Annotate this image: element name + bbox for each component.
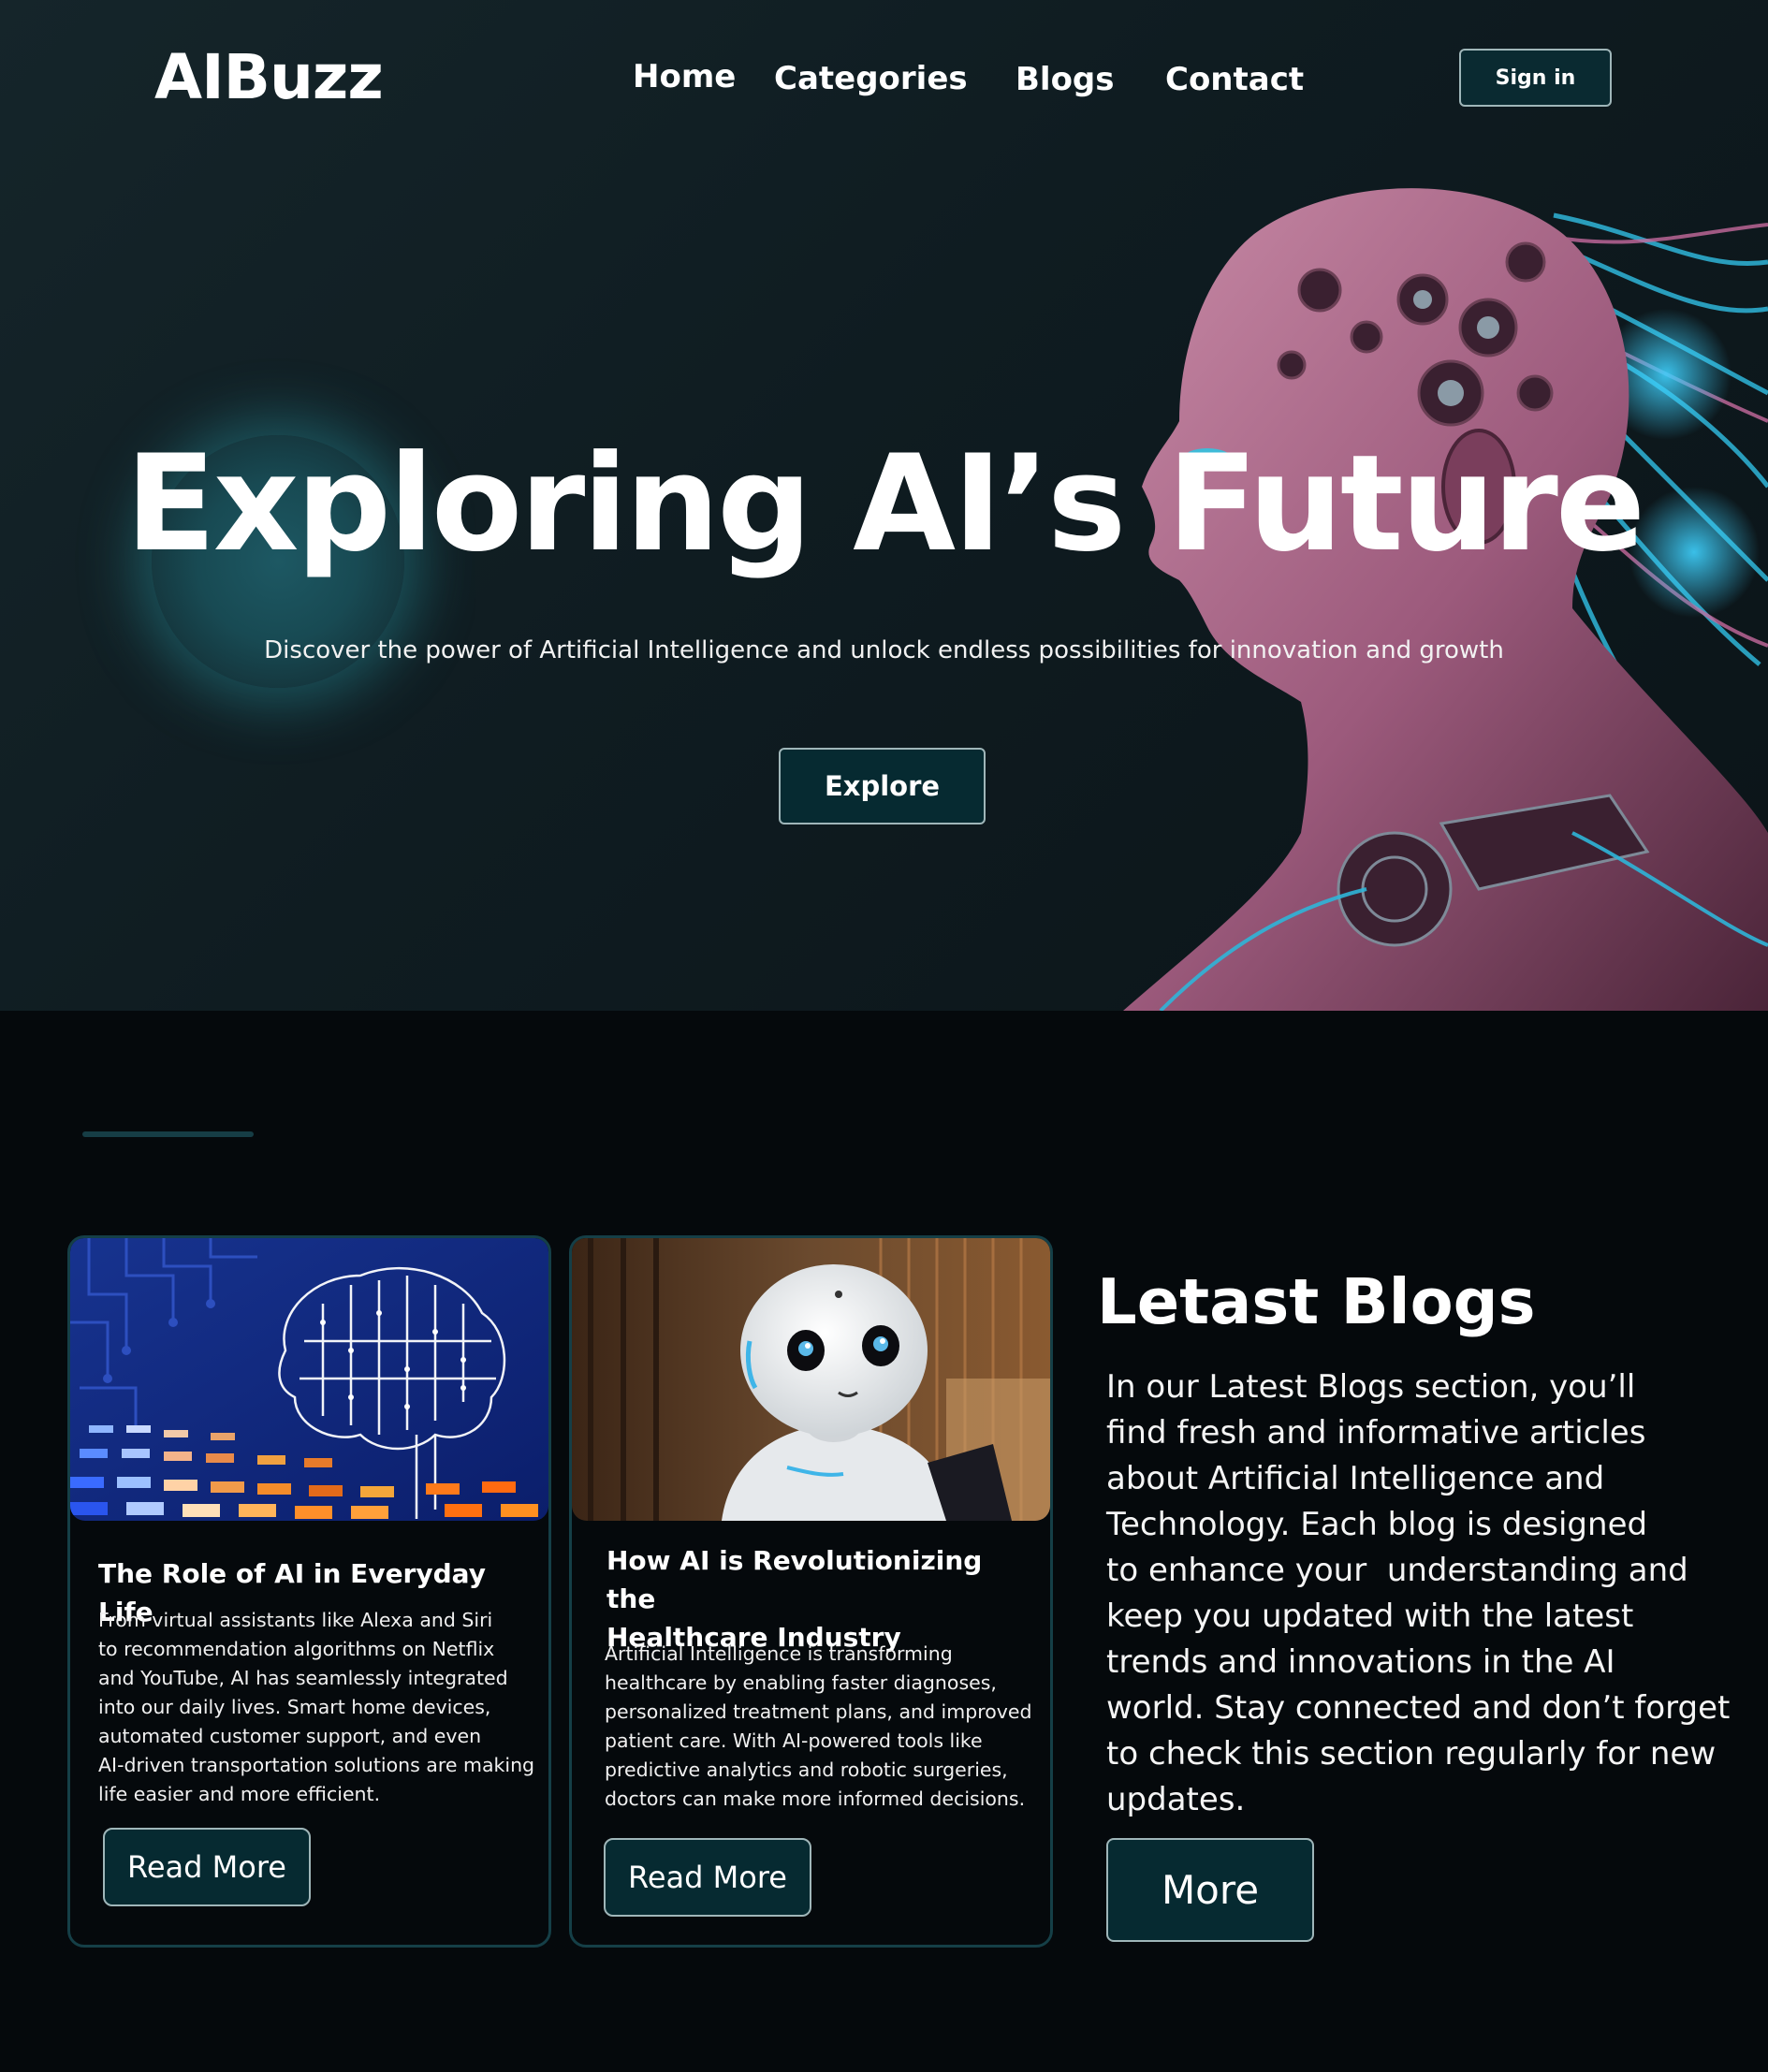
hero-robot-image [1123,188,1768,1011]
humanoid-robot-image [572,1238,1050,1521]
blog-card-1-excerpt: From virtual assistants like Alexa and S… [98,1609,535,1805]
blog-card-1: The Role of AI in Everyday Life From vir… [67,1235,551,1948]
blog-card-2-excerpt: Artificial Intelligence is transforming … [605,1642,1032,1810]
blog-card-2: How AI is Revolutionizing the Healthcare… [569,1235,1053,1948]
site-logo[interactable]: AIBuzz [154,41,384,113]
signin-button[interactable]: Sign in [1459,49,1612,107]
nav-blogs[interactable]: Blogs [1016,61,1115,98]
more-blogs-button[interactable]: More [1106,1838,1314,1942]
nav-home[interactable]: Home [633,58,736,95]
latest-blogs-description: In our Latest Blogs section, you’ll find… [1106,1368,1731,1818]
explore-button[interactable]: Explore [779,748,986,824]
read-more-button-2[interactable]: Read More [604,1838,811,1917]
read-more-button-1[interactable]: Read More [103,1828,311,1906]
section-divider [82,1131,254,1137]
circuit-brain-image [70,1238,548,1521]
nav-categories[interactable]: Categories [774,60,968,97]
nav-contact[interactable]: Contact [1165,61,1304,98]
latest-blogs-title: Letast Blogs [1097,1265,1536,1338]
hero-section: AIBuzz Home Categories Blogs Contact Sig… [0,0,1768,1011]
hero-subtitle: Discover the power of Artificial Intelli… [264,636,1504,664]
hero-title: Exploring AI’s Future [124,427,1645,581]
